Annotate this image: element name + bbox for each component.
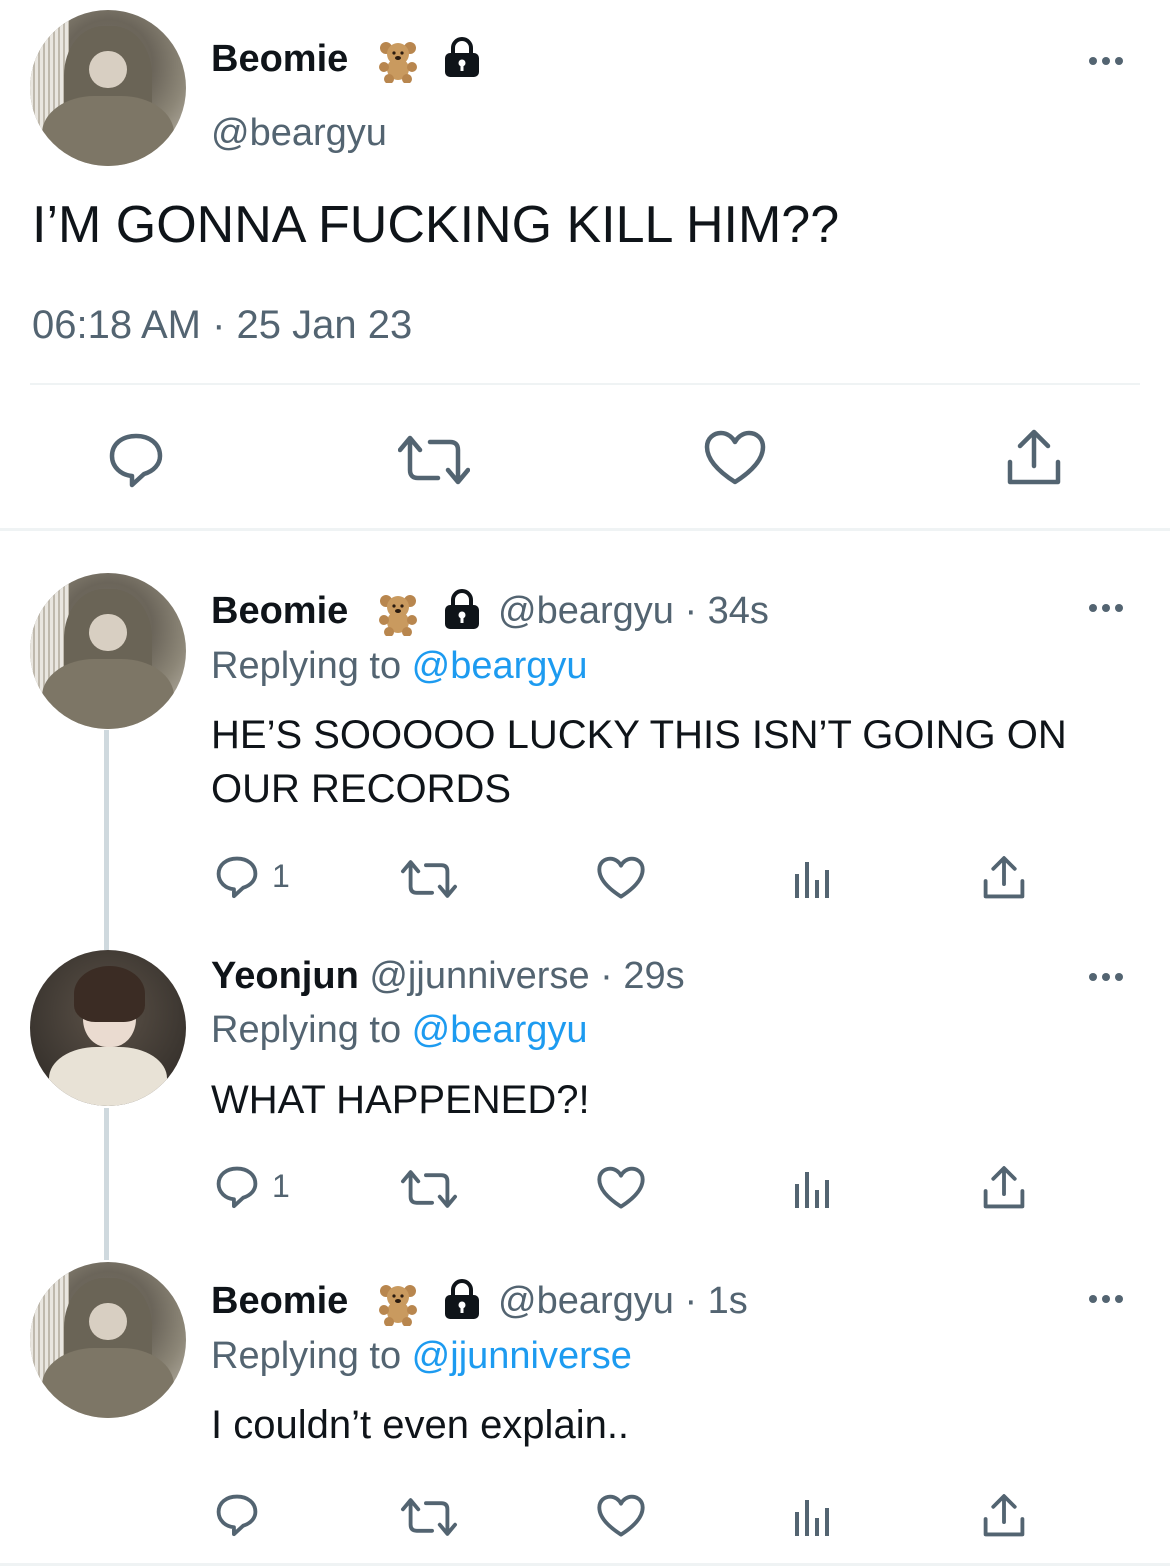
lock-icon — [445, 589, 479, 629]
reply-header: Beomie — [211, 590, 348, 633]
mention-link[interactable]: @jjunniverse — [412, 1335, 632, 1377]
reply-icon[interactable] — [214, 854, 260, 900]
more-options-icon[interactable] — [1089, 1295, 1123, 1303]
more-options-icon[interactable] — [1089, 973, 1123, 981]
share-icon[interactable] — [982, 1165, 1026, 1211]
share-icon[interactable] — [982, 1493, 1026, 1539]
divider — [30, 383, 1140, 385]
avatar-beomie[interactable] — [30, 1262, 186, 1418]
reply-text: WHAT HAPPENED?! — [211, 1078, 590, 1122]
reply-icon[interactable] — [214, 1164, 260, 1210]
retweet-icon[interactable] — [398, 430, 470, 490]
display-name[interactable]: Yeonjun — [211, 955, 359, 997]
analytics-icon[interactable] — [792, 1168, 834, 1210]
lock-icon — [445, 37, 479, 77]
like-icon[interactable] — [597, 1166, 645, 1210]
like-icon[interactable] — [704, 430, 766, 486]
display-name[interactable]: Beomie — [211, 38, 348, 81]
replying-to: Replying to @jjunniverse — [211, 1335, 632, 1377]
reply-text: HE’S SOOOOO LUCKY THIS ISN’T GOING ON OU… — [211, 713, 1067, 811]
handle[interactable]: @beargyu — [211, 112, 387, 155]
retweet-icon[interactable] — [400, 1166, 458, 1212]
thread-line — [104, 1108, 109, 1260]
retweet-icon[interactable] — [400, 1494, 458, 1540]
handle-time[interactable]: @beargyu · 34s — [498, 590, 769, 633]
teddy-bear-emoji — [379, 42, 417, 83]
avatar-beomie[interactable] — [30, 10, 186, 166]
thread-line — [104, 730, 109, 950]
more-options-icon[interactable] — [1089, 57, 1123, 65]
share-icon[interactable] — [1006, 428, 1062, 488]
teddy-bear-emoji — [379, 1285, 417, 1326]
reply-count: 1 — [272, 858, 290, 894]
timestamp[interactable]: 06:18 AM · 25 Jan 23 — [32, 303, 412, 348]
bottom-divider — [0, 1563, 1170, 1566]
share-icon[interactable] — [982, 855, 1026, 901]
more-options-icon[interactable] — [1089, 604, 1123, 612]
retweet-icon[interactable] — [400, 856, 458, 902]
avatar-beomie[interactable] — [30, 573, 186, 729]
reply-icon[interactable] — [214, 1492, 260, 1538]
avatar-yeonjun[interactable] — [30, 950, 186, 1106]
analytics-icon[interactable] — [792, 1496, 834, 1538]
display-name[interactable]: Beomie — [211, 1280, 348, 1322]
replying-to: Replying to @beargyu — [211, 645, 588, 687]
reply-header: Yeonjun @jjunniverse · 29s — [211, 955, 685, 998]
mention-link[interactable]: @beargyu — [412, 645, 588, 687]
display-name[interactable]: Beomie — [211, 590, 348, 632]
reply-header: Beomie — [211, 1280, 348, 1323]
analytics-icon[interactable] — [792, 858, 834, 900]
teddy-bear-emoji — [379, 595, 417, 636]
mention-link[interactable]: @beargyu — [412, 1009, 588, 1051]
reply-icon[interactable] — [106, 430, 166, 490]
like-icon[interactable] — [597, 856, 645, 900]
reply-count: 1 — [272, 1168, 290, 1204]
replying-to: Replying to @beargyu — [211, 1009, 588, 1051]
handle-time[interactable]: @jjunniverse · 29s — [369, 955, 684, 997]
reply-text: I couldn’t even explain.. — [211, 1403, 630, 1447]
tweet-text: I’M GONNA FUCKING KILL HIM?? — [32, 196, 840, 254]
section-divider — [0, 528, 1170, 531]
handle-time[interactable]: @beargyu · 1s — [498, 1280, 748, 1323]
lock-icon — [445, 1279, 479, 1319]
like-icon[interactable] — [597, 1494, 645, 1538]
